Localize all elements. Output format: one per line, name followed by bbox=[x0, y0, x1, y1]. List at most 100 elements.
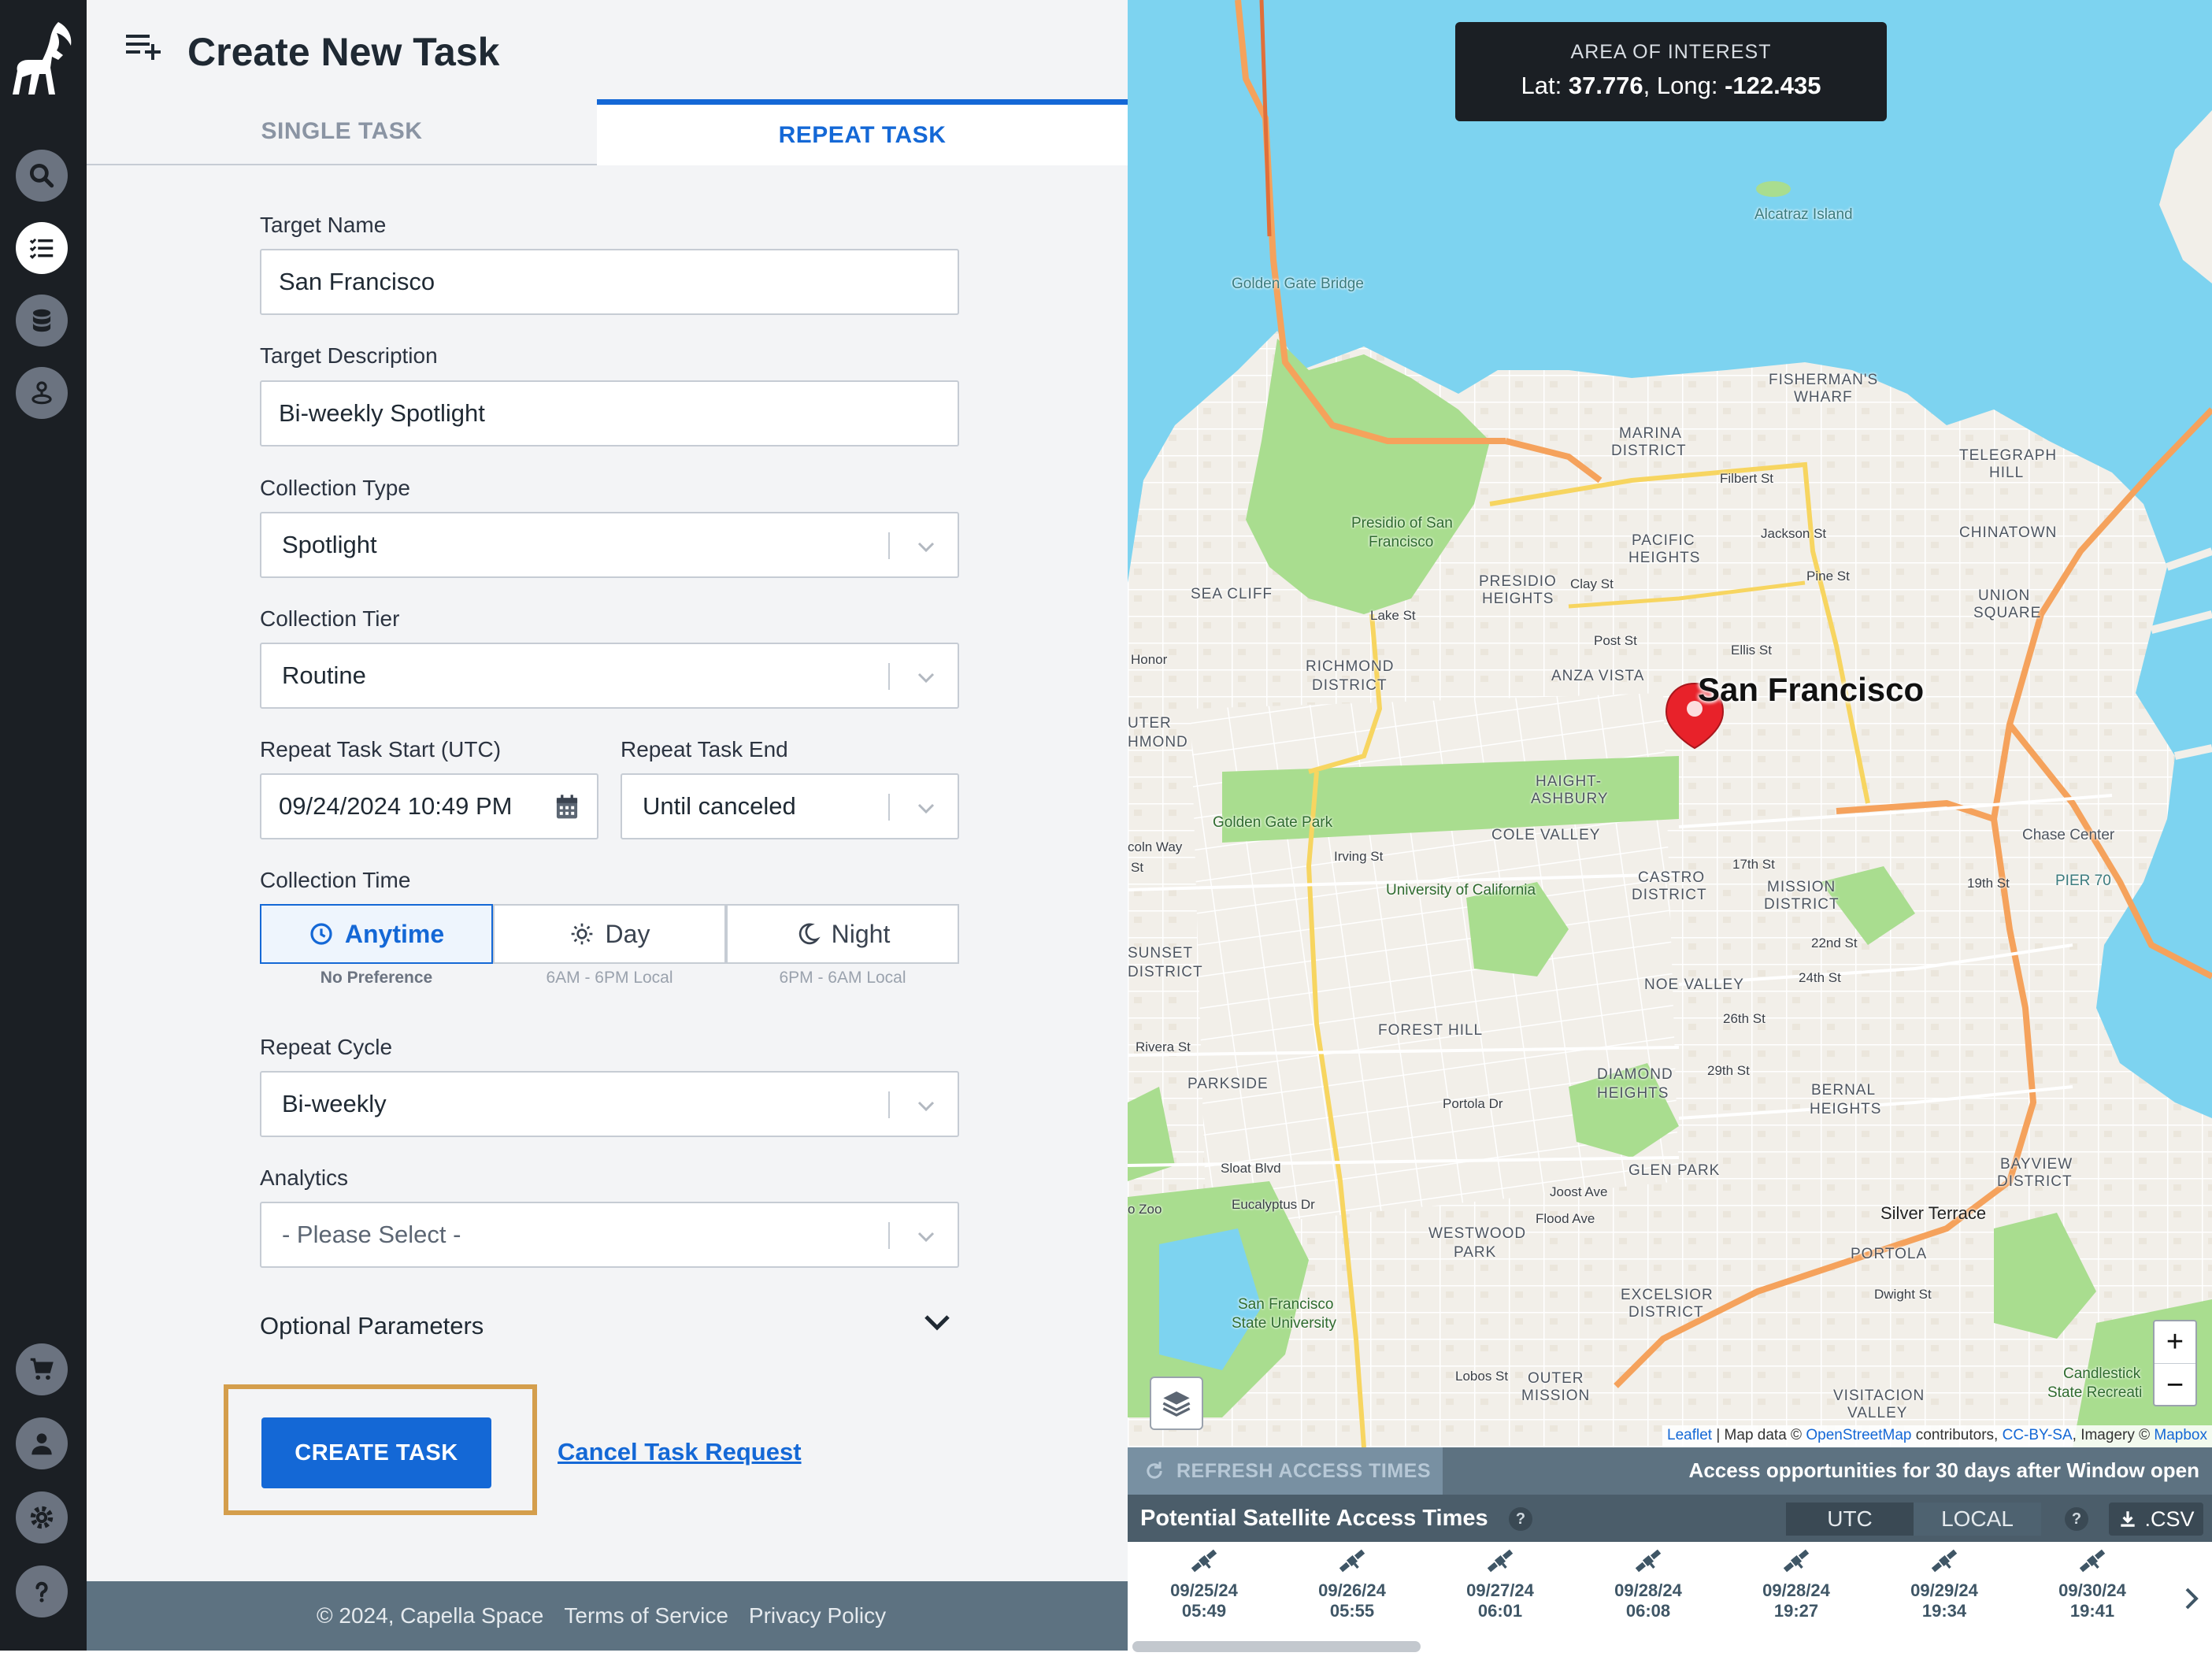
map-label: HILL bbox=[1989, 465, 2025, 481]
access-help-icon[interactable]: ? bbox=[1509, 1507, 1532, 1531]
street-label: Joost Ave bbox=[1550, 1184, 1608, 1199]
attribution-text: | Map data © bbox=[1712, 1427, 1806, 1443]
chevron-down-icon[interactable] bbox=[921, 1310, 953, 1334]
collection-type-label: Collection Type bbox=[260, 476, 410, 500]
opportunity-time: 19:41 bbox=[2069, 1601, 2115, 1621]
street-label: Clay St bbox=[1570, 576, 1614, 591]
cancel-task-link[interactable]: Cancel Task Request bbox=[558, 1438, 802, 1466]
map-label: MISSION bbox=[1521, 1388, 1591, 1404]
search-nav-button[interactable] bbox=[16, 150, 68, 202]
footer-copyright: © 2024, Capella Space bbox=[317, 1603, 544, 1628]
map-label: SQUARE bbox=[1973, 605, 2042, 621]
settings-nav-button[interactable] bbox=[16, 1491, 68, 1543]
street-label: Post St bbox=[1594, 633, 1637, 648]
capella-goat-logo-icon bbox=[13, 22, 72, 94]
street-label: coln Way bbox=[1128, 839, 1183, 854]
collection-time-anytime[interactable]: Anytime bbox=[260, 904, 493, 964]
repeat-cycle-select[interactable]: Bi-weekly bbox=[260, 1071, 959, 1137]
mapbox-link[interactable]: Mapbox bbox=[2154, 1427, 2207, 1443]
select-separator bbox=[888, 663, 890, 690]
repeat-end-select[interactable]: Until canceled bbox=[621, 773, 959, 839]
create-task-button[interactable]: CREATE TASK bbox=[261, 1417, 491, 1488]
access-opportunity[interactable]: 09/26/24 05:55 bbox=[1293, 1545, 1411, 1621]
area-of-interest-panel: AREA OF INTEREST Lat: 37.776, Long: -122… bbox=[1455, 22, 1887, 121]
map-view[interactable]: Alcatraz Island Golden Gate Bridge FISHE… bbox=[1128, 0, 2212, 1447]
street-label: 17th St bbox=[1732, 857, 1775, 872]
task-list-icon bbox=[29, 238, 54, 259]
street-label: Rivera St bbox=[1136, 1039, 1191, 1054]
database-nav-button[interactable] bbox=[16, 295, 68, 346]
access-opportunity[interactable]: 09/29/24 19:34 bbox=[1885, 1545, 2003, 1621]
street-label: Dwight St bbox=[1874, 1287, 1932, 1302]
tab-single-task[interactable]: SINGLE TASK bbox=[87, 99, 597, 165]
map-label: HAIGHT- bbox=[1536, 773, 1602, 790]
help-nav-button[interactable] bbox=[16, 1566, 68, 1617]
long-label: Long: bbox=[1656, 72, 1718, 99]
access-opportunity[interactable]: 09/30/24 19:41 bbox=[2033, 1545, 2151, 1621]
access-opportunity[interactable]: 09/28/24 06:08 bbox=[1589, 1545, 1707, 1621]
timezone-help-icon[interactable]: ? bbox=[2065, 1507, 2088, 1531]
collection-type-select[interactable]: Spotlight bbox=[260, 512, 959, 578]
horizontal-scrollbar[interactable] bbox=[1132, 1641, 1421, 1652]
layers-icon bbox=[1162, 1391, 1191, 1417]
csv-download-button[interactable]: .CSV bbox=[2109, 1503, 2203, 1536]
tasks-nav-button[interactable] bbox=[16, 222, 68, 274]
opportunity-date: 09/30/24 bbox=[2058, 1580, 2126, 1600]
chevron-down-icon bbox=[917, 1101, 935, 1112]
collection-tier-select[interactable]: Routine bbox=[260, 643, 959, 709]
collection-tier-value: Routine bbox=[282, 661, 366, 689]
zoom-out-button[interactable]: − bbox=[2155, 1364, 2195, 1406]
analytics-select[interactable]: - Please Select - bbox=[260, 1202, 959, 1268]
account-nav-button[interactable] bbox=[16, 1417, 68, 1469]
repeat-start-input[interactable]: 09/24/2024 10:49 PM bbox=[260, 773, 598, 839]
target-description-input[interactable]: Bi-weekly Spotlight bbox=[260, 380, 959, 446]
map-label: DISTRICT bbox=[1611, 443, 1687, 459]
calendar-icon[interactable] bbox=[554, 794, 580, 821]
layers-button[interactable] bbox=[1150, 1377, 1203, 1430]
chevron-down-icon bbox=[917, 542, 935, 553]
collection-type-value: Spotlight bbox=[282, 531, 377, 558]
access-opportunity[interactable]: 09/28/24 19:27 bbox=[1737, 1545, 1855, 1621]
osm-link[interactable]: OpenStreetMap bbox=[1806, 1427, 1911, 1443]
opportunity-time: 19:34 bbox=[1921, 1601, 1967, 1621]
opportunity-date: 09/25/24 bbox=[1170, 1580, 1238, 1600]
collection-time-night[interactable]: Night bbox=[726, 904, 959, 964]
task-form-panel: Create New Task SINGLE TASK REPEAT TASK … bbox=[87, 0, 1128, 1651]
gear-icon bbox=[30, 1506, 54, 1529]
license-link[interactable]: CC-BY-SA bbox=[2003, 1427, 2073, 1443]
repeat-end-label: Repeat Task End bbox=[621, 737, 788, 761]
target-name-input[interactable]: San Francisco bbox=[260, 249, 959, 315]
refresh-icon bbox=[1147, 1462, 1162, 1479]
opportunity-date: 09/28/24 bbox=[1762, 1580, 1830, 1600]
satellite-icon bbox=[1635, 1549, 1662, 1573]
refresh-access-times-button[interactable]: REFRESH ACCESS TIMES bbox=[1128, 1447, 1443, 1495]
privacy-link[interactable]: Privacy Policy bbox=[749, 1603, 886, 1629]
access-opportunity[interactable]: 09/27/24 06:01 bbox=[1441, 1545, 1559, 1621]
terms-link[interactable]: Terms of Service bbox=[564, 1603, 728, 1629]
map-label: University of California bbox=[1386, 882, 1536, 899]
chevron-down-icon bbox=[917, 1232, 935, 1243]
map-label: PORTOLA bbox=[1851, 1246, 1928, 1262]
access-header: Potential Satellite Access Times ? UTC L… bbox=[1128, 1495, 2212, 1542]
map-label: Golden Gate Bridge bbox=[1232, 276, 1364, 292]
tz-local-button[interactable]: LOCAL bbox=[1914, 1503, 2041, 1536]
map-label: BERNAL bbox=[1811, 1082, 1877, 1099]
user-icon bbox=[31, 1433, 52, 1455]
zoom-in-button[interactable]: + bbox=[2155, 1321, 2195, 1364]
leaflet-link[interactable]: Leaflet bbox=[1667, 1427, 1712, 1443]
map-label: HEIGHTS bbox=[1482, 591, 1554, 607]
tab-repeat-task[interactable]: REPEAT TASK bbox=[597, 99, 1128, 165]
access-opportunities: 09/25/24 05:49 09/26/24 05:55 09/27/24 06:01 0… bbox=[1128, 1545, 2212, 1632]
cart-icon bbox=[30, 1358, 54, 1380]
map-label: CHINATOWN bbox=[1959, 524, 2058, 541]
location-nav-button[interactable] bbox=[16, 367, 68, 419]
chevron-right-icon[interactable] bbox=[2182, 1583, 2201, 1614]
collection-time-day[interactable]: Day bbox=[493, 904, 726, 964]
map-label: Silver Terrace bbox=[1880, 1203, 1987, 1223]
cart-nav-button[interactable] bbox=[16, 1343, 68, 1395]
optional-parameters-toggle[interactable]: Optional Parameters bbox=[260, 1312, 484, 1340]
access-opportunity[interactable]: 09/25/24 05:49 bbox=[1145, 1545, 1263, 1621]
street-label: Flood Ave bbox=[1536, 1211, 1595, 1226]
tz-utc-button[interactable]: UTC bbox=[1786, 1503, 1914, 1536]
playlist-add-icon bbox=[126, 35, 161, 60]
